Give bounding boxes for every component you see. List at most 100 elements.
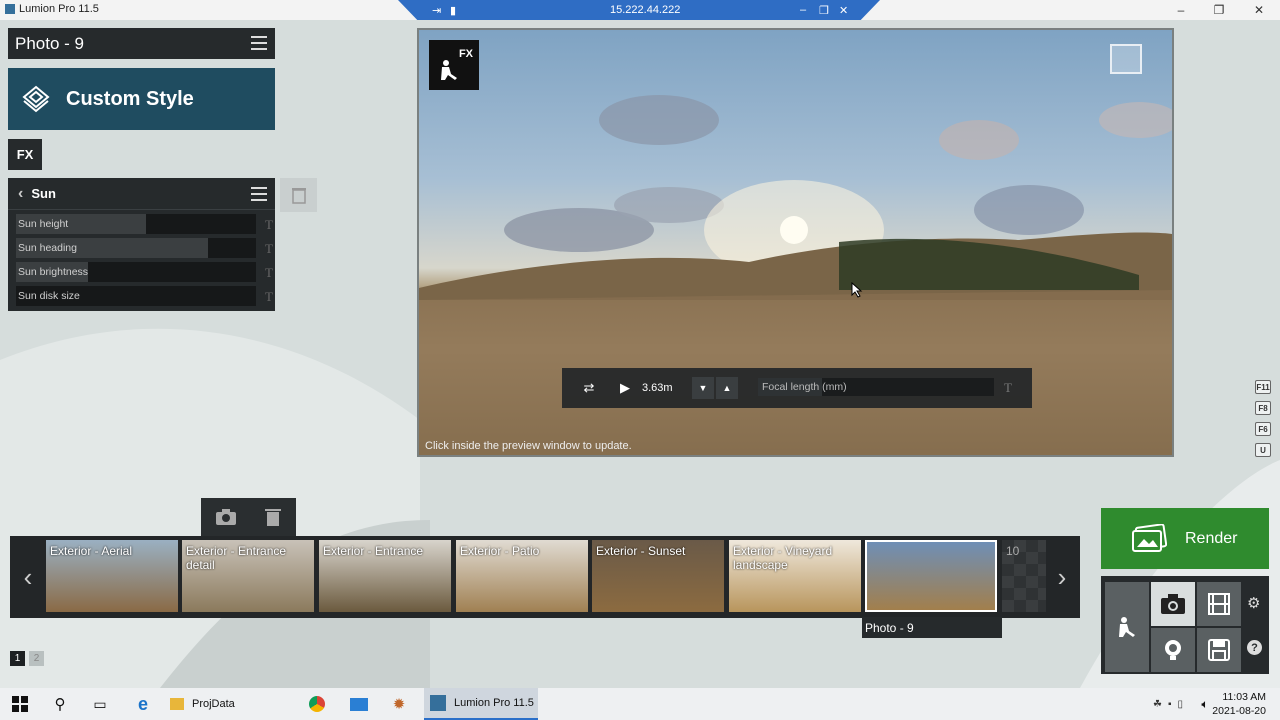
build-mode-button[interactable] xyxy=(1105,582,1149,672)
strip-next-chevron-icon[interactable]: › xyxy=(1046,536,1078,618)
clock-time: 11:03 AM xyxy=(1222,691,1266,703)
taskbar-lumion[interactable]: Lumion Pro 11.5 xyxy=(424,688,538,720)
fullscreen-toggle[interactable] xyxy=(1110,44,1142,74)
mail-icon[interactable] xyxy=(346,688,372,720)
thumbnail-5[interactable]: Exterior - Sunset xyxy=(592,540,724,612)
thumbnail-selected[interactable] xyxy=(865,540,997,612)
maximize-button[interactable]: ❐ xyxy=(1200,0,1238,20)
system-tray[interactable]: ☘ ▪ ▯ xyxy=(1136,688,1200,720)
preview-window[interactable]: FX ⇄ ▶ 3.63m ▼ ▲ Focal length (mm) T Cli… xyxy=(417,28,1174,457)
pin-icon[interactable]: ⇥ xyxy=(432,4,441,17)
text-input-icon[interactable]: T xyxy=(265,217,273,233)
swap-camera-icon[interactable]: ⇄ xyxy=(578,377,600,399)
taskbar-clock[interactable]: 11:03 AM 2021-08-20 xyxy=(1212,690,1266,718)
camera-icon[interactable] xyxy=(215,508,237,526)
thumbnail-label: Exterior - Patio xyxy=(460,544,540,558)
effect-menu-icon[interactable] xyxy=(251,187,267,201)
thumbnail-4[interactable]: Exterior - Patio xyxy=(456,540,588,612)
key-f11[interactable]: F11 xyxy=(1255,380,1271,394)
help-icon[interactable]: ? xyxy=(1247,640,1262,655)
trash-icon[interactable] xyxy=(264,507,282,527)
thumbnail-label: Exterior - Entrance xyxy=(323,544,424,558)
photo-strip: ‹ Exterior - Aerial Exterior - Entrance … xyxy=(10,536,1080,618)
page-1[interactable]: 1 xyxy=(10,651,25,666)
render-button[interactable]: Render xyxy=(1101,508,1269,569)
strip-prev-chevron-icon[interactable]: ‹ xyxy=(12,536,44,618)
sun-brightness-slider[interactable]: Sun brightness T xyxy=(16,262,273,282)
custom-style-button[interactable]: Custom Style xyxy=(8,68,275,130)
panorama-mode-button[interactable] xyxy=(1151,628,1195,672)
thumbnail-6[interactable]: Exterior - Vineyard landscape xyxy=(729,540,861,612)
tool-app-icon[interactable]: ✹ xyxy=(386,688,412,720)
remote-ip: 15.222.44.222 xyxy=(610,4,681,16)
close-button[interactable]: ✕ xyxy=(1240,0,1278,20)
video-camera-icon[interactable]: ▶ xyxy=(614,377,636,399)
thumbnail-2[interactable]: Exterior - Entrance detail xyxy=(182,540,314,612)
delete-effect-button[interactable] xyxy=(280,178,317,212)
remote-connection-bar: ⇥ ▮ 15.222.44.222 – ❐ ✕ xyxy=(398,0,880,20)
thumbnail-empty-slot[interactable]: 10 xyxy=(1002,540,1046,612)
selected-photo-label: Photo - 9 xyxy=(862,617,1002,638)
thumbnail-label: Exterior - Aerial xyxy=(50,544,133,558)
render-photo-icon xyxy=(1132,523,1167,552)
page-2[interactable]: 2 xyxy=(29,651,44,666)
key-f6[interactable]: F6 xyxy=(1255,422,1271,436)
key-f8[interactable]: F8 xyxy=(1255,401,1271,415)
fx-effects-button[interactable]: FX xyxy=(429,40,479,90)
photo-mode-button[interactable] xyxy=(1151,582,1195,626)
edge-browser-icon[interactable]: e xyxy=(130,688,156,720)
folder-icon xyxy=(170,698,184,710)
preview-hint: Click inside the preview window to updat… xyxy=(425,440,632,452)
task-view-icon[interactable]: ▭ xyxy=(88,688,112,720)
thumbnail-1[interactable]: Exterior - Aerial xyxy=(46,540,178,612)
remote-minimize-icon[interactable]: – xyxy=(800,4,806,16)
fx-tab[interactable]: FX xyxy=(8,139,42,170)
slider-label: Sun height xyxy=(18,218,69,230)
taskbar-folder[interactable]: ProjData xyxy=(170,688,250,720)
start-button[interactable] xyxy=(8,688,32,720)
windows-taskbar: ⚲ ▭ e ProjData ✹ Lumion Pro 11.5 ☘ ▪ ▯ 🔈︎ … xyxy=(0,688,1280,720)
menu-icon[interactable] xyxy=(251,36,267,50)
page-selector: 1 2 xyxy=(10,651,44,666)
sun-disk-size-slider[interactable]: Sun disk size T xyxy=(16,286,273,306)
minimize-button[interactable]: – xyxy=(1162,0,1200,20)
camera-icon xyxy=(1161,594,1185,614)
text-input-icon[interactable]: T xyxy=(265,241,273,257)
sun-heading-slider[interactable]: Sun heading T xyxy=(16,238,273,258)
panorama-icon xyxy=(1165,640,1181,660)
text-input-icon[interactable]: T xyxy=(265,289,273,305)
fx-badge-label: FX xyxy=(458,48,473,60)
chrome-icon[interactable] xyxy=(304,688,330,720)
photo-title: Photo - 9 xyxy=(15,33,84,53)
height-up-button[interactable]: ▲ xyxy=(716,377,738,399)
focal-length-slider[interactable]: Focal length (mm) xyxy=(758,378,994,396)
movie-mode-button[interactable] xyxy=(1197,582,1241,626)
key-u[interactable]: U xyxy=(1255,443,1271,457)
tray-icon: ☘ xyxy=(1152,698,1162,710)
tray-icon: ▪ xyxy=(1167,698,1172,710)
focal-text-icon[interactable]: T xyxy=(1004,380,1012,396)
remote-close-icon[interactable]: ✕ xyxy=(839,4,848,17)
film-icon xyxy=(1208,593,1230,615)
save-button[interactable] xyxy=(1197,628,1241,672)
slider-label: Sun brightness xyxy=(18,266,89,278)
sun-effect-header: ‹ Sun xyxy=(8,178,275,210)
signal-icon: ▮ xyxy=(450,5,457,17)
text-input-icon[interactable]: T xyxy=(265,265,273,281)
thumbnail-3[interactable]: Exterior - Entrance xyxy=(319,540,451,612)
camera-height-value: 3.63m xyxy=(642,382,673,394)
back-chevron-icon[interactable]: ‹ xyxy=(18,185,23,203)
battery-icon: ▯ xyxy=(1177,698,1184,710)
slider-label: Sun heading xyxy=(18,242,77,254)
settings-gear-icon[interactable]: ⚙ xyxy=(1247,594,1260,612)
camera-toolbar: ⇄ ▶ 3.63m ▼ ▲ Focal length (mm) T xyxy=(562,368,1032,408)
remote-restore-icon[interactable]: ❐ xyxy=(819,4,829,17)
sun-height-slider[interactable]: Sun height T xyxy=(16,214,273,234)
window-title: Lumion Pro 11.5 xyxy=(19,3,99,15)
search-icon[interactable]: ⚲ xyxy=(48,688,72,720)
slider-label: Sun disk size xyxy=(18,290,80,302)
mouse-cursor-icon xyxy=(851,282,863,298)
height-down-button[interactable]: ▼ xyxy=(692,377,714,399)
lumion-taskbar-label: Lumion Pro 11.5 xyxy=(454,697,534,709)
windows-logo-icon xyxy=(12,696,28,712)
